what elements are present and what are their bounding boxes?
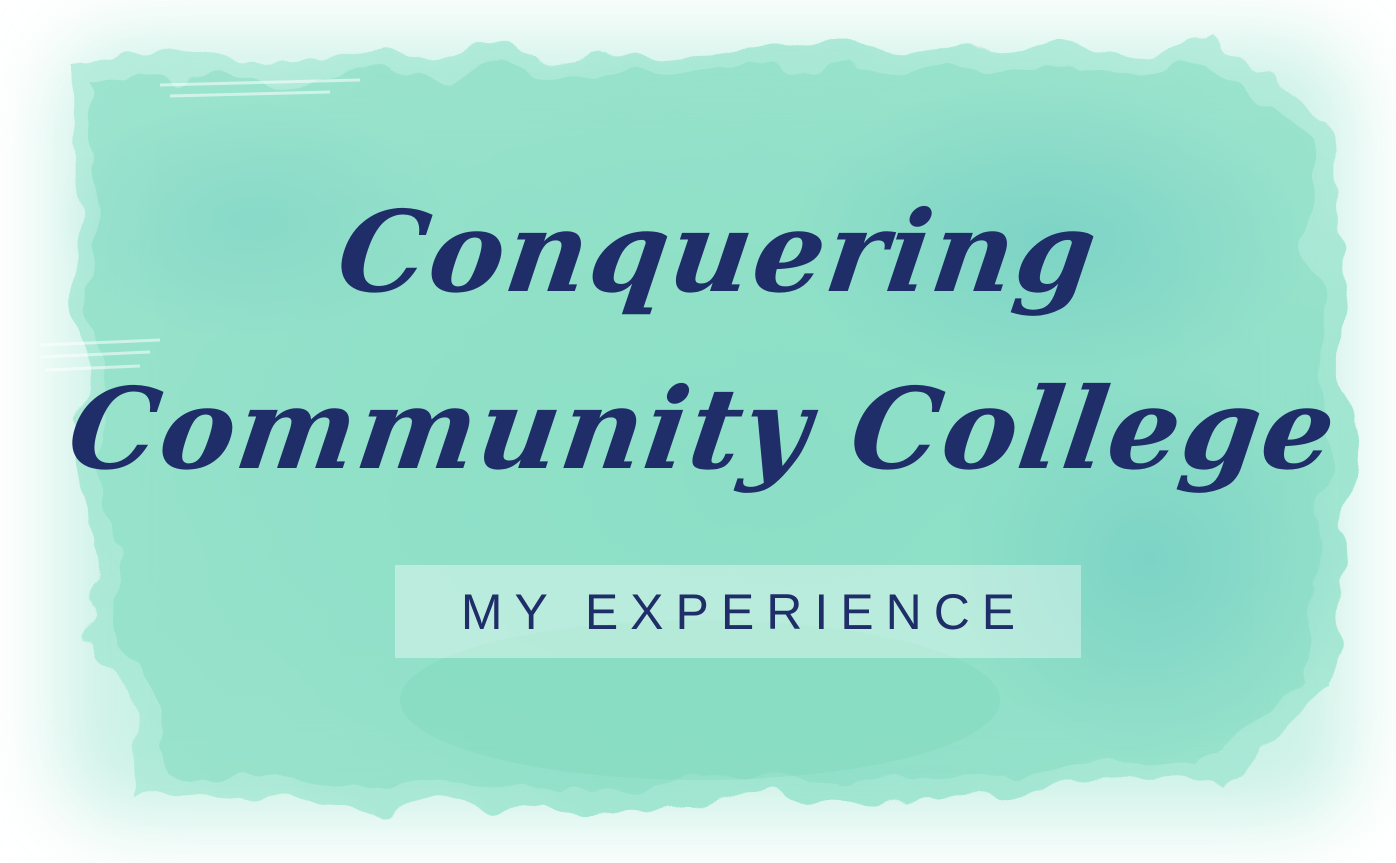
- title-line-1: Conquering: [330, 187, 1107, 318]
- subtitle: MY EXPERIENCE: [460, 583, 1028, 640]
- subtitle-band: MY EXPERIENCE: [395, 565, 1081, 658]
- title-line-2: Community College: [60, 364, 1346, 495]
- title-card: Conquering Community College MY EXPERIEN…: [0, 0, 1396, 863]
